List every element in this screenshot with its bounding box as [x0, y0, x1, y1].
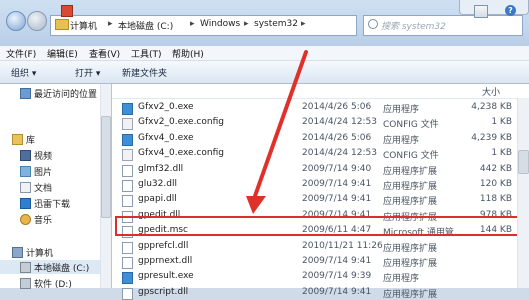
file-type: 应用程序扩展: [383, 289, 438, 300]
dll-file-icon: [122, 287, 133, 300]
annotation-arrow: [246, 50, 308, 214]
file-name: gpscript.dll: [138, 286, 189, 297]
file-date: 2009/7/14 9:41: [302, 286, 372, 297]
